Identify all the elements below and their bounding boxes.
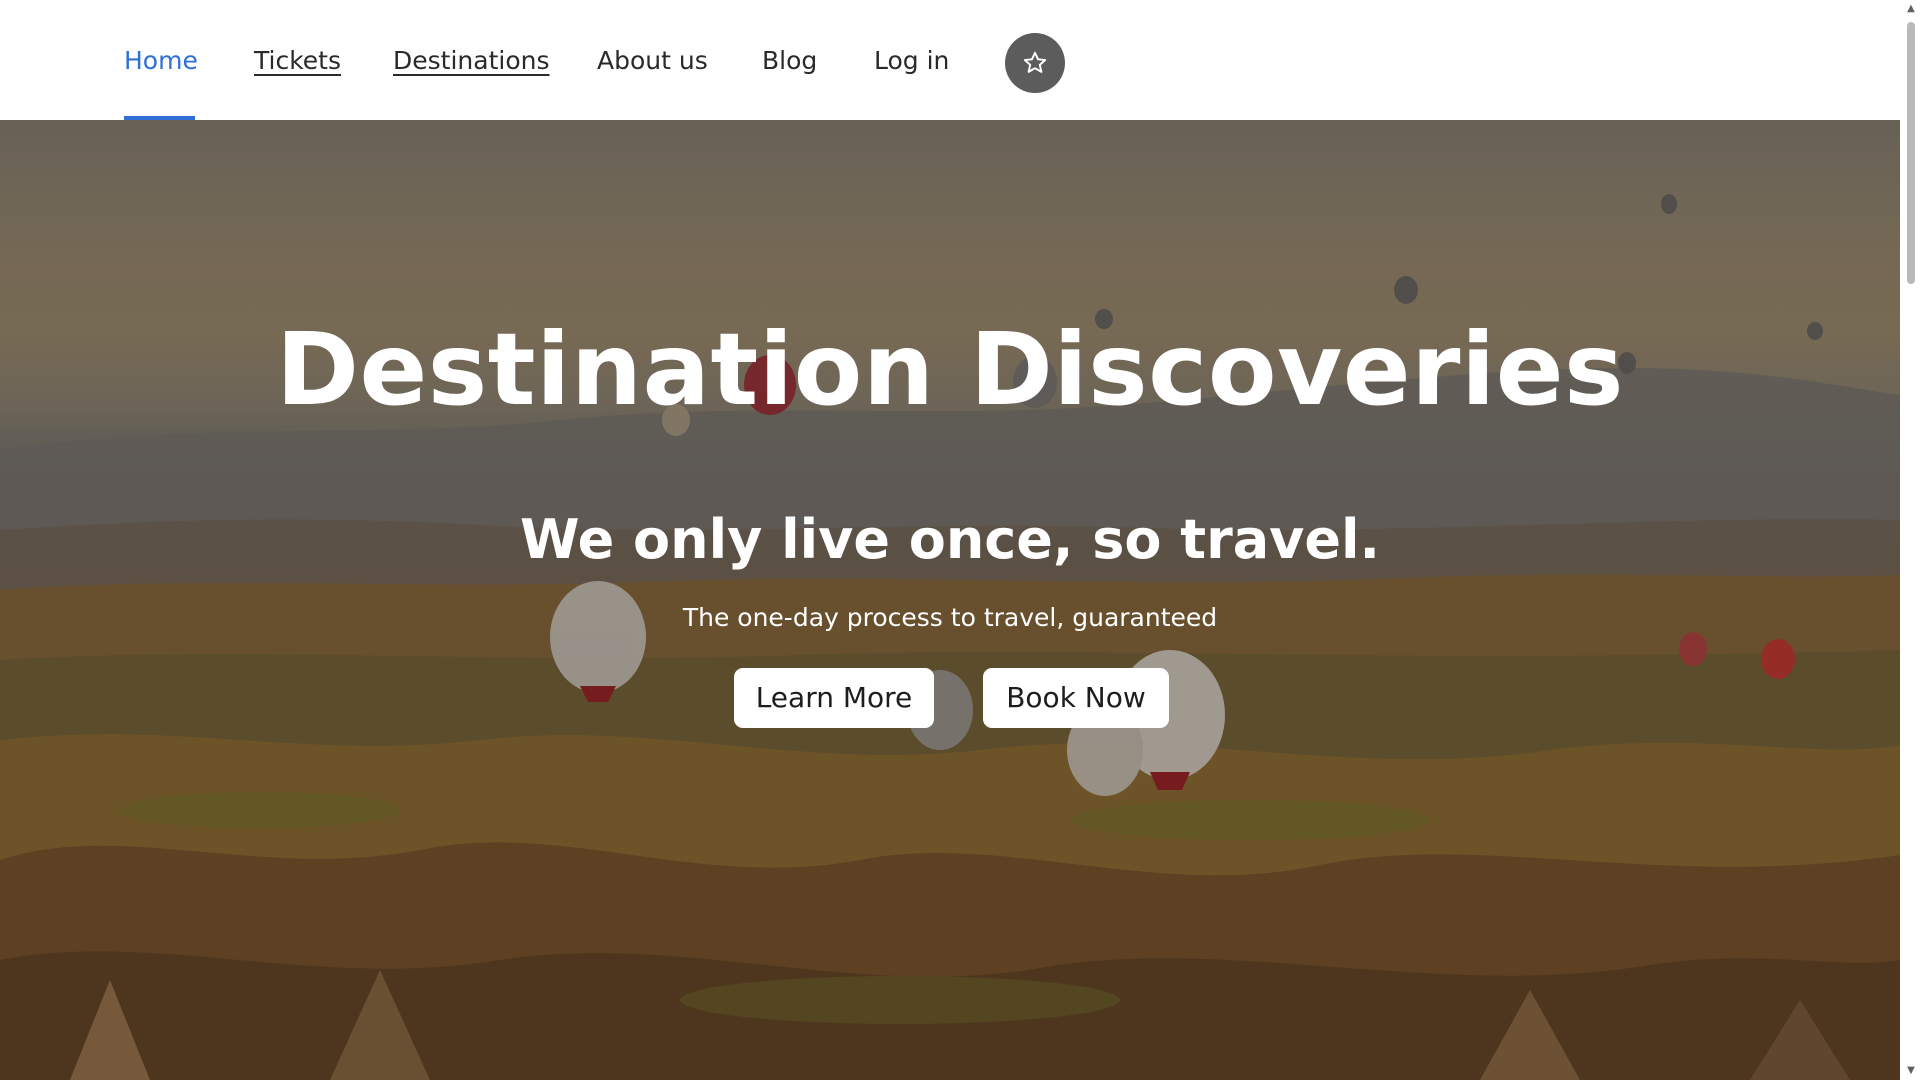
nav-link-about-us[interactable]: About us bbox=[597, 42, 708, 80]
scroll-down-icon[interactable]: ▼ bbox=[1906, 1066, 1916, 1076]
page: Home Tickets Destinations About us Blog … bbox=[0, 0, 1920, 1080]
nav-link-log-in[interactable]: Log in bbox=[874, 42, 949, 80]
active-tab-indicator bbox=[124, 116, 195, 120]
hero-subtitle: We only live once, so travel. bbox=[519, 508, 1381, 571]
nav-link-tickets[interactable]: Tickets bbox=[254, 42, 341, 80]
scroll-up-icon[interactable]: ▲ bbox=[1906, 4, 1916, 14]
book-now-button[interactable]: Book Now bbox=[983, 668, 1169, 728]
star-icon bbox=[1023, 51, 1047, 73]
hero-tagline: The one-day process to travel, guarantee… bbox=[682, 603, 1218, 632]
nav-link-destinations[interactable]: Destinations bbox=[393, 42, 549, 80]
hero-title: Destination Discoveries bbox=[275, 311, 1625, 428]
hero-section: Destination Discoveries We only live onc… bbox=[0, 120, 1900, 1080]
nav-link-blog[interactable]: Blog bbox=[762, 42, 817, 80]
scrollbar-thumb[interactable] bbox=[1907, 22, 1915, 284]
learn-more-button[interactable]: Learn More bbox=[734, 668, 934, 728]
nav-link-home[interactable]: Home bbox=[124, 42, 198, 80]
top-navigation: Home Tickets Destinations About us Blog … bbox=[0, 0, 1900, 120]
favorite-button[interactable] bbox=[1005, 33, 1065, 93]
